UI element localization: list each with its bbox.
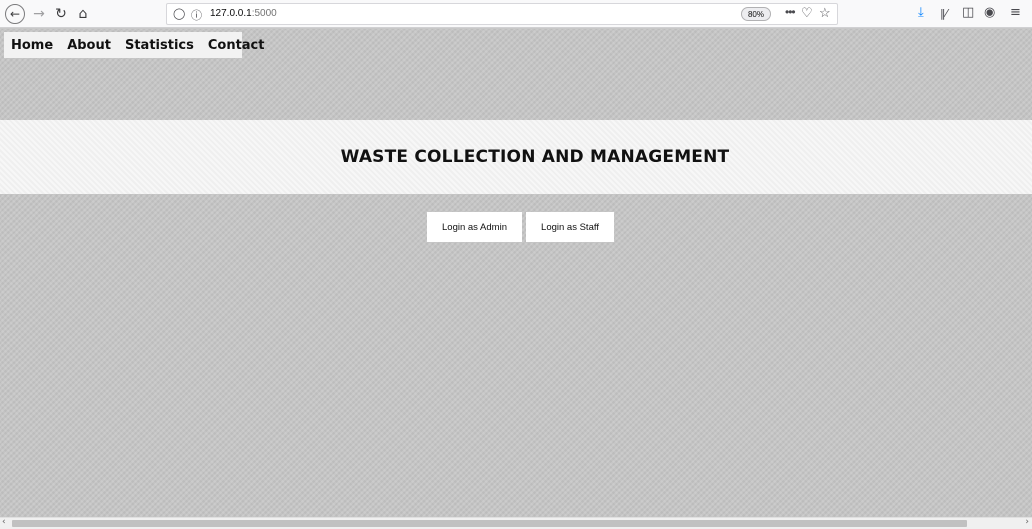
zoom-level-badge[interactable]: 80% <box>741 7 771 21</box>
horizontal-scrollbar[interactable]: ‹ › <box>0 517 1032 529</box>
scroll-left-arrow-icon[interactable]: ‹ <box>2 517 6 527</box>
bookmark-star-icon[interactable]: ☆ <box>819 5 831 21</box>
page-title: WASTE COLLECTION AND MANAGEMENT <box>340 147 730 167</box>
nav-link-home[interactable]: Home <box>4 38 60 53</box>
account-icon[interactable]: ◉ <box>984 5 995 20</box>
download-icon[interactable]: ⤓ <box>918 5 924 20</box>
forward-arrow-icon[interactable]: → <box>29 4 49 24</box>
back-arrow-icon[interactable]: ← <box>5 4 25 24</box>
title-banner: WASTE COLLECTION AND MANAGEMENT <box>0 120 1032 194</box>
nav-link-statistics[interactable]: Statistics <box>118 38 201 53</box>
top-navbar: Home About Statistics Contact <box>4 32 264 58</box>
url-port: :5000 <box>251 8 277 19</box>
address-bar[interactable]: ◯ ⓘ 127.0.0.1:5000 80% ••• ♡ ☆ <box>166 3 838 25</box>
login-staff-button[interactable]: Login as Staff <box>526 212 614 242</box>
nav-link-about[interactable]: About <box>60 38 118 53</box>
sidebar-icon[interactable]: ◫ <box>962 5 974 20</box>
library-icon[interactable]: ‖⁄ <box>940 7 947 20</box>
hamburger-menu-icon[interactable]: ≡ <box>1010 5 1021 20</box>
browser-toolbar: ← → ↻ ⌂ ◯ ⓘ 127.0.0.1:5000 80% ••• ♡ ☆ ⤓… <box>0 0 1032 28</box>
page-content: Home About Statistics Contact WASTE COLL… <box>0 29 1032 517</box>
login-admin-button[interactable]: Login as Admin <box>427 212 522 242</box>
nav-link-contact[interactable]: Contact <box>201 38 272 53</box>
home-icon[interactable]: ⌂ <box>73 4 93 24</box>
pocket-icon[interactable]: ♡ <box>801 5 813 21</box>
scroll-right-arrow-icon[interactable]: › <box>1025 517 1029 527</box>
scrollbar-thumb[interactable] <box>12 520 967 527</box>
page-actions-icon[interactable]: ••• <box>785 5 796 19</box>
url-text[interactable]: 127.0.0.1:5000 <box>210 8 277 19</box>
reload-icon[interactable]: ↻ <box>51 4 71 24</box>
url-host: 127.0.0.1 <box>210 8 252 19</box>
site-info-icon[interactable]: ⓘ <box>191 7 202 23</box>
tracking-shield-icon[interactable]: ◯ <box>173 7 185 20</box>
